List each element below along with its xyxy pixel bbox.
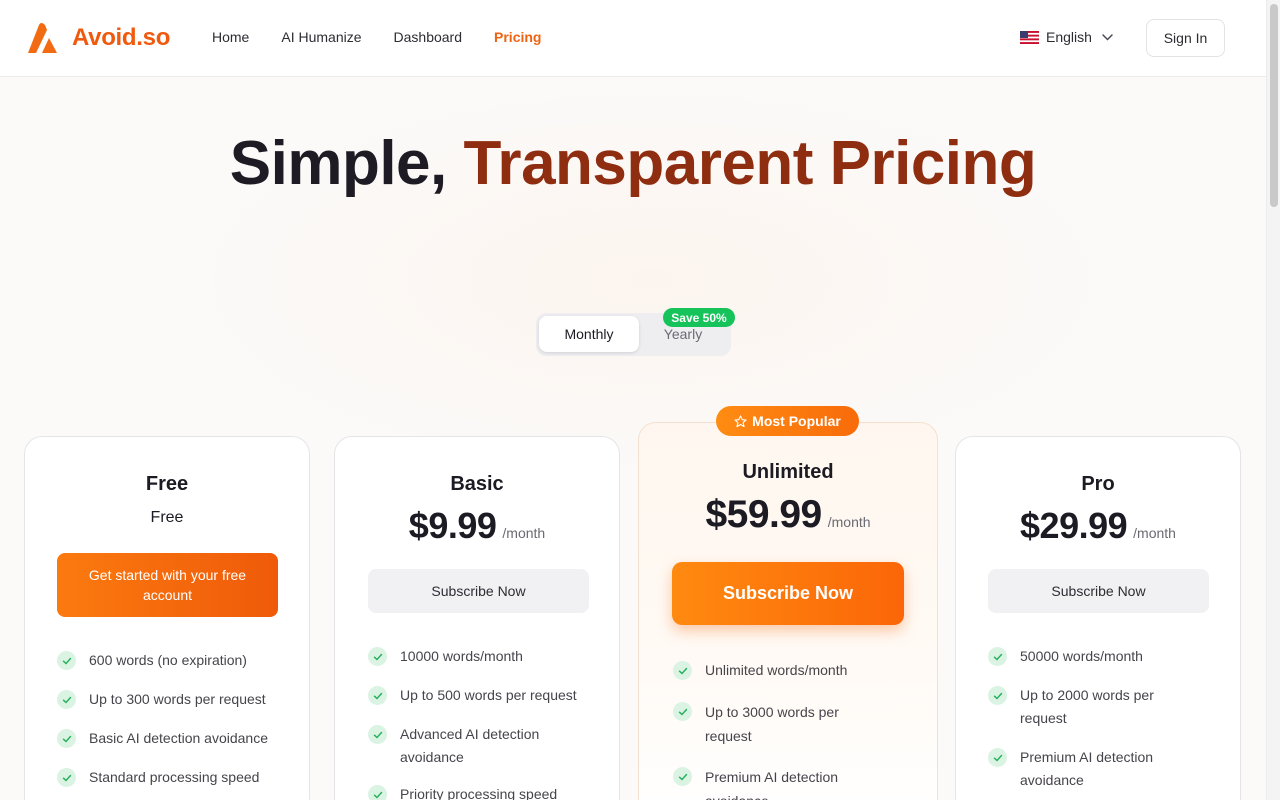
feature-item: 50000 words/month <box>988 645 1198 668</box>
feature-text: Up to 300 words per request <box>89 691 266 707</box>
feature-text: Up to 3000 words per request <box>705 704 839 744</box>
feature-text: Basic AI detection avoidance <box>89 730 269 746</box>
feature-text: Premium AI detection avoidance <box>705 769 839 800</box>
plan-name: Unlimited <box>742 461 834 483</box>
feature-text: 600 words (no expiration) <box>89 652 247 668</box>
plan-period: /month <box>1133 525 1176 541</box>
plan-card-basic: Basic $9.99 /month Subscribe Now 10000 w… <box>334 436 620 800</box>
sign-in-button[interactable]: Sign In <box>1146 19 1225 57</box>
plan-price: Free <box>150 509 184 526</box>
feature-text: Standard processing speed <box>89 769 260 785</box>
plan-price-row: $29.99 /month <box>956 505 1240 547</box>
nav-dashboard[interactable]: Dashboard <box>394 29 463 45</box>
feature-item: Unlimited words/month <box>673 659 913 682</box>
page-title: Simple, Transparent Pricing <box>0 128 1266 200</box>
feature-text: 50000 words/month <box>1020 648 1143 664</box>
chevron-down-icon <box>1102 33 1113 41</box>
scrollbar-thumb[interactable] <box>1270 4 1278 207</box>
subscribe-pro-button[interactable]: Subscribe Now <box>988 569 1209 613</box>
feature-text: Premium AI detection avoidance <box>1020 749 1154 788</box>
feature-item: Priority processing speed <box>368 783 596 800</box>
main-nav: Home AI Humanize Dashboard Pricing <box>212 29 573 45</box>
feature-item: 10000 words/month <box>368 645 596 668</box>
feature-item: Premium AI detection avoidance <box>673 765 873 800</box>
us-flag-icon <box>1020 30 1039 44</box>
feature-text: Up to 2000 words per request <box>1020 687 1154 726</box>
plan-period: /month <box>827 514 871 530</box>
plan-price: $29.99 <box>1020 505 1128 546</box>
check-icon <box>57 768 76 787</box>
plan-card-pro: Pro $29.99 /month Subscribe Now 50000 wo… <box>955 436 1241 800</box>
plan-price-row: $59.99 /month <box>639 493 937 537</box>
plan-price-row: $9.99 /month <box>335 505 619 547</box>
star-icon <box>734 414 747 427</box>
subscribe-unlimited-button[interactable]: Subscribe Now <box>672 562 904 625</box>
plan-price: $9.99 <box>408 505 497 546</box>
nav-pricing[interactable]: Pricing <box>494 29 541 45</box>
most-popular-badge: Most Popular <box>716 406 859 436</box>
check-icon <box>988 748 1007 767</box>
feature-text: Advanced AI detection avoidance <box>400 726 540 765</box>
feature-item: Up to 2000 words per request <box>988 684 1178 730</box>
top-navbar: Avoid.so Home AI Humanize Dashboard Pric… <box>0 0 1266 77</box>
check-icon <box>57 729 76 748</box>
feature-item: Basic AI detection avoidance <box>57 727 297 750</box>
check-icon <box>673 661 692 680</box>
most-popular-label: Most Popular <box>752 413 841 429</box>
feature-text: Unlimited words/month <box>705 662 848 678</box>
plan-card-free: Free Free Get started with your free acc… <box>24 436 310 800</box>
plan-period: /month <box>502 525 546 541</box>
feature-text: 10000 words/month <box>400 648 523 664</box>
brand-logo[interactable]: Avoid.so <box>24 21 170 55</box>
feature-item: Up to 500 words per request <box>368 684 596 707</box>
logo-icon <box>28 23 57 53</box>
brand-name: Avoid.so <box>72 24 171 51</box>
check-icon <box>57 651 76 670</box>
check-icon <box>368 725 387 744</box>
feature-item: Up to 3000 words per request <box>673 700 873 748</box>
page-title-part1: Simple, <box>229 129 448 198</box>
toggle-monthly[interactable]: Monthly <box>539 316 639 352</box>
nav-home[interactable]: Home <box>212 29 249 45</box>
feature-item: Up to 300 words per request <box>57 688 297 711</box>
language-label: English <box>1046 29 1092 45</box>
check-icon <box>368 785 387 800</box>
nav-ai-humanize[interactable]: AI Humanize <box>281 29 361 45</box>
plan-name: Free <box>145 473 189 495</box>
feature-item: 600 words (no expiration) <box>57 649 297 672</box>
scrollbar[interactable] <box>1266 0 1280 800</box>
plan-name: Pro <box>1081 473 1115 495</box>
subscribe-basic-button[interactable]: Subscribe Now <box>368 569 589 613</box>
feature-item: Standard processing speed <box>57 766 297 789</box>
save-badge: Save 50% <box>663 308 735 327</box>
check-icon <box>673 767 692 786</box>
check-icon <box>988 686 1007 705</box>
feature-item: Premium AI detection avoidance <box>988 746 1178 792</box>
get-started-free-button[interactable]: Get started with your free account <box>57 553 278 617</box>
plan-card-unlimited: Unlimited $59.99 /month Subscribe Now Un… <box>638 422 938 800</box>
plan-name: Basic <box>450 473 504 495</box>
feature-item: Advanced AI detection avoidance <box>368 723 568 769</box>
feature-text: Up to 500 words per request <box>400 687 577 703</box>
check-icon <box>368 686 387 705</box>
check-icon <box>368 647 387 666</box>
plan-price: $59.99 <box>705 493 822 536</box>
page-title-part2: Transparent Pricing <box>463 129 1037 198</box>
language-selector[interactable]: English <box>1020 29 1113 45</box>
check-icon <box>673 702 692 721</box>
check-icon <box>57 690 76 709</box>
feature-text: Priority processing speed <box>400 786 558 800</box>
check-icon <box>988 647 1007 666</box>
